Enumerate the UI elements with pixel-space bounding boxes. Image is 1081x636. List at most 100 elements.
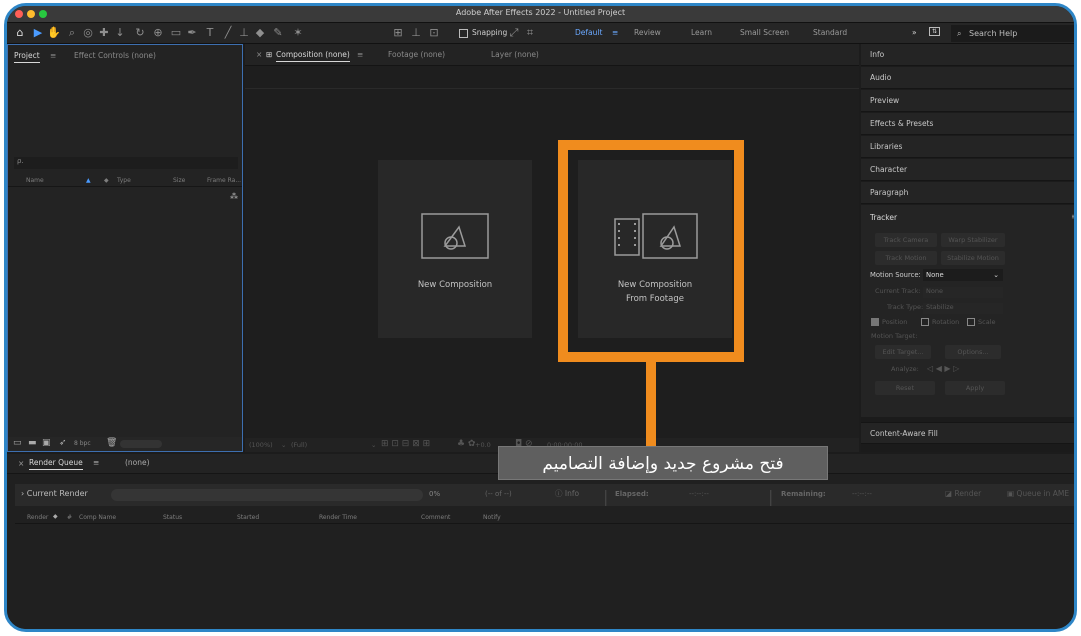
selection-icon[interactable]: ▶ [31, 25, 45, 40]
column-render[interactable]: Render [27, 514, 48, 521]
tab-render-queue[interactable]: Render Queue [29, 458, 83, 470]
tab-layer[interactable]: Layer (none) [491, 50, 539, 59]
brush-icon[interactable]: ╱ [221, 25, 235, 40]
queue-in-ame-button[interactable]: ▣ Queue in AME [1007, 489, 1069, 498]
hand-icon[interactable]: ✋ [47, 25, 61, 40]
project-search-input[interactable]: ρ. [14, 157, 238, 169]
column-comp-name[interactable]: Comp Name [79, 514, 116, 521]
chevron-down-icon[interactable]: ⌄ [281, 441, 286, 449]
axis-local-icon[interactable]: ⊞ [391, 25, 405, 40]
libraries-panel[interactable]: Libraries [861, 136, 1074, 158]
workspace-menu-icon[interactable]: ≡ [612, 28, 618, 37]
snapping-checkbox[interactable] [459, 29, 468, 38]
orbit-icon[interactable]: ◎ [81, 25, 95, 40]
audio-panel[interactable]: Audio [861, 67, 1074, 89]
paragraph-panel[interactable]: Paragraph [861, 182, 1074, 204]
workspace-small-screen[interactable]: Small Screen [740, 28, 789, 37]
current-track-select[interactable]: None [923, 287, 1003, 298]
new-composition-card[interactable]: New Composition [378, 160, 532, 338]
effects-presets-panel[interactable]: Effects & Presets [861, 113, 1074, 135]
options-button[interactable]: Options... [945, 345, 1001, 359]
rotation-checkbox[interactable] [921, 318, 929, 326]
scale-checkbox[interactable] [967, 318, 975, 326]
snap-edges-icon[interactable]: ⤢ [507, 25, 521, 40]
snap-grid-icon[interactable]: ⌗ [523, 25, 537, 40]
column-name[interactable]: Name [26, 177, 44, 184]
column-type[interactable]: Type [117, 177, 131, 184]
interpret-footage-icon[interactable]: ▭ [13, 438, 22, 448]
label-tag-icon[interactable]: ◆ [53, 513, 58, 520]
reset-button[interactable]: Reset [875, 381, 935, 395]
home-icon[interactable]: ⌂ [13, 25, 27, 40]
workspace-default[interactable]: Default [575, 28, 602, 37]
info-button[interactable]: ⓘ Info [555, 488, 579, 499]
tab-none[interactable]: (none) [125, 458, 150, 467]
roto-icon[interactable]: ✎ [271, 25, 285, 40]
zoom-icon[interactable]: ⌕ [65, 25, 79, 40]
apply-button[interactable]: Apply [945, 381, 1005, 395]
workspace-review[interactable]: Review [634, 28, 661, 37]
column-frame-rate[interactable]: Frame Ra... [207, 177, 241, 184]
preview-panel[interactable]: Preview [861, 90, 1074, 112]
column-started[interactable]: Started [237, 514, 259, 521]
stabilize-motion-button[interactable]: Stabilize Motion [941, 251, 1005, 265]
warp-stabilizer-button[interactable]: Warp Stabilizer [941, 233, 1005, 247]
render-queue-menu-icon[interactable]: ≡ [93, 458, 99, 467]
tab-project[interactable]: Project [14, 51, 40, 63]
tab-effect-controls[interactable]: Effect Controls (none) [74, 51, 156, 60]
column-comment[interactable]: Comment [421, 514, 450, 521]
label-tag-icon[interactable]: ◆ [104, 177, 109, 184]
tracker-title[interactable]: Tracker [870, 213, 897, 222]
pan-behind-icon[interactable]: ✚ [97, 25, 111, 40]
render-button[interactable]: ◪ Render [945, 489, 981, 498]
tracker-menu-icon[interactable]: ≡ [1071, 212, 1074, 221]
column-render-time[interactable]: Render Time [319, 514, 357, 521]
position-checkbox[interactable] [871, 318, 879, 326]
current-render-label[interactable]: › Current Render [21, 489, 88, 498]
search-help-input[interactable]: ⌕ Search Help [951, 25, 1074, 42]
puppet-icon[interactable]: ✶ [291, 25, 305, 40]
new-folder-icon[interactable]: ▬ [28, 438, 37, 448]
close-tab-icon[interactable]: × [256, 50, 262, 59]
camera-icon[interactable]: ♣ ✿ [457, 439, 475, 449]
anchor-icon[interactable]: ⊕ [151, 25, 165, 40]
workspace-learn[interactable]: Learn [691, 28, 712, 37]
tab-composition[interactable]: Composition (none) [276, 50, 350, 62]
sort-ascending-icon[interactable]: ▲ [86, 177, 91, 184]
ame-icon[interactable]: ➶ [59, 438, 67, 448]
magnification-dropdown[interactable]: (100%) [249, 441, 273, 449]
thumbnail-slider[interactable] [120, 440, 162, 448]
exposure-value[interactable]: +0.0 [475, 441, 491, 449]
column-status[interactable]: Status [163, 514, 182, 521]
resolution-dropdown[interactable]: (Full) [291, 441, 307, 449]
bpc-label[interactable]: 8 bpc [74, 440, 91, 447]
flowchart-icon[interactable]: ⁂ [230, 192, 238, 201]
tab-footage[interactable]: Footage (none) [388, 50, 445, 59]
track-type-select[interactable]: Stabilize [923, 303, 1003, 314]
sync-settings-icon[interactable]: ⇅ [929, 27, 941, 36]
character-panel[interactable]: Character [861, 159, 1074, 181]
axis-world-icon[interactable]: ⊥ [409, 25, 423, 40]
grid-icon[interactable]: ⊞ ⊡ ⊟ ⊠ ⊞ [381, 439, 430, 449]
project-menu-icon[interactable]: ≡ [50, 51, 56, 60]
edit-target-button[interactable]: Edit Target... [875, 345, 931, 359]
new-composition-icon[interactable]: ▣ [42, 438, 51, 448]
content-aware-fill-panel[interactable]: Content-Aware Fill [861, 422, 1074, 444]
column-size[interactable]: Size [173, 177, 185, 184]
dolly-icon[interactable]: ↓ [113, 25, 127, 40]
chevron-down-icon[interactable]: ⌄ [371, 441, 376, 449]
info-panel[interactable]: Info [861, 44, 1074, 66]
motion-source-select[interactable]: None ⌄ [923, 269, 1003, 281]
composition-menu-icon[interactable]: ≡ [357, 50, 363, 59]
track-motion-button[interactable]: Track Motion [875, 251, 937, 265]
text-icon[interactable]: T [203, 25, 217, 40]
track-camera-button[interactable]: Track Camera [875, 233, 937, 247]
pen-icon[interactable]: ✒ [185, 25, 199, 40]
column-number[interactable]: # [67, 514, 72, 521]
column-notify[interactable]: Notify [483, 514, 501, 521]
close-tab-icon[interactable]: × [18, 459, 24, 468]
clone-icon[interactable]: ⊥ [237, 25, 251, 40]
workspace-more-icon[interactable]: » [912, 28, 917, 37]
shape-icon[interactable]: ▭ [169, 25, 183, 40]
eraser-icon[interactable]: ◆ [253, 25, 267, 40]
